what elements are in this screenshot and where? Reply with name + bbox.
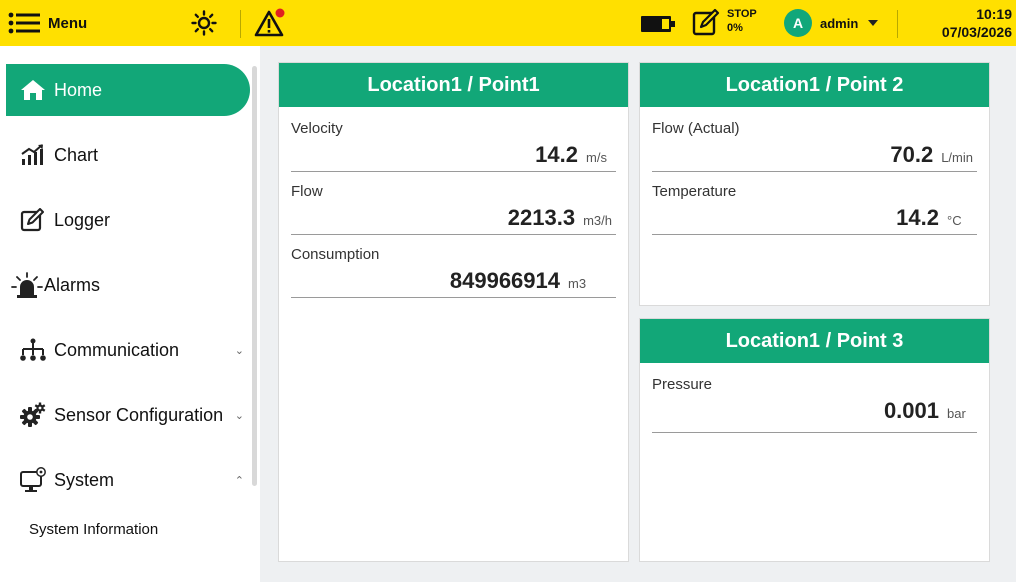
- chevron-down-icon: [868, 20, 879, 26]
- home-icon: [16, 76, 50, 104]
- gear-icon: [16, 401, 50, 429]
- divider: [897, 10, 898, 38]
- measurement-name: Flow: [291, 183, 323, 200]
- clock: 10:19 07/03/2026: [942, 5, 1012, 41]
- sidebar-item-label: Logger: [54, 209, 111, 230]
- measurement-value: 70.2: [890, 142, 934, 167]
- alarm-icon: [10, 271, 44, 299]
- sidebar-item-label: Communication: [54, 339, 180, 360]
- sidebar-item-label: Home: [54, 79, 103, 100]
- menu-label: Menu: [48, 14, 88, 32]
- sidebar-item-chart[interactable]: Chart: [6, 129, 250, 181]
- card-title: Location1 / Point 2: [640, 63, 989, 107]
- user-menu[interactable]: A admin: [784, 9, 879, 37]
- sidebar-item-logger[interactable]: Logger: [6, 194, 250, 246]
- user-name: admin: [820, 15, 859, 31]
- measurement-unit: m3: [568, 276, 587, 291]
- measurement-unit: m/s: [586, 150, 607, 165]
- measurement-unit: °C: [947, 213, 962, 228]
- recording-icon[interactable]: [691, 7, 721, 37]
- network-icon: [16, 336, 50, 364]
- measurement-row: Pressure 0.001 bar: [652, 368, 977, 433]
- top-bar: Menu STOP 0% A admin 10:19 07/03/2026: [0, 0, 1016, 46]
- sidebar-item-home[interactable]: Home: [6, 64, 250, 116]
- measurement-row: Flow (Actual) 70.2 L/min: [652, 112, 977, 172]
- measurement-name: Velocity: [291, 120, 343, 137]
- recording-percent: 0%: [727, 22, 743, 34]
- measurement-unit: bar: [947, 406, 966, 421]
- sidebar-item-communication[interactable]: Communication ⌄: [6, 324, 250, 376]
- measurement-row: Consumption 849966914 m3: [291, 238, 616, 298]
- recording-status-label: STOP: [727, 8, 757, 20]
- measurement-value: 14.2: [896, 205, 939, 230]
- chart-icon: [16, 141, 50, 169]
- warning-icon[interactable]: [254, 8, 286, 38]
- measurement-value: 849966914: [449, 268, 560, 293]
- measurement-row: Temperature 14.2 °C: [652, 175, 977, 235]
- sidebar: Home Chart Logger Alarms Communication ⌄…: [0, 46, 260, 582]
- logger-icon: [16, 206, 50, 234]
- sidebar-item-sensor-configuration[interactable]: Sensor Configuration ⌄: [6, 389, 250, 441]
- avatar: A: [784, 9, 812, 37]
- clock-date: 07/03/2026: [941, 24, 1012, 40]
- measurement-name: Consumption: [291, 246, 380, 263]
- chevron-down-icon: ⌄: [234, 344, 244, 357]
- sidebar-item-alarms[interactable]: Alarms: [6, 259, 250, 311]
- menu-icon: [8, 12, 40, 34]
- measurement-value: 0.001: [883, 398, 939, 423]
- measurement-unit: m3/h: [583, 213, 612, 228]
- chevron-down-icon: ⌄: [234, 409, 244, 422]
- sidebar-subitem-system-information[interactable]: System Information: [29, 521, 158, 538]
- measurement-name: Flow (Actual): [652, 120, 740, 137]
- measurement-row: Velocity 14.2 m/s: [291, 112, 616, 172]
- chevron-up-icon: ⌃: [234, 474, 244, 487]
- location-card: Location1 / Point 3 Pressure 0.001 bar: [639, 318, 990, 562]
- measurement-unit: L/min: [941, 150, 973, 165]
- card-title: Location1 / Point1: [279, 63, 628, 107]
- sidebar-item-system[interactable]: System ⌃: [6, 454, 250, 506]
- menu-button[interactable]: Menu: [8, 10, 87, 36]
- measurement-name: Pressure: [652, 376, 713, 393]
- measurement-value: 2213.3: [507, 205, 576, 230]
- monitor-icon: [16, 466, 50, 494]
- measurement-value: 14.2: [535, 142, 578, 167]
- sidebar-item-label: System: [54, 469, 115, 490]
- location-card: Location1 / Point 2 Flow (Actual) 70.2 L…: [639, 62, 990, 306]
- sidebar-item-label: Sensor Configuration: [54, 404, 224, 425]
- sidebar-scrollbar[interactable]: [252, 66, 257, 486]
- measurement-row: Flow 2213.3 m3/h: [291, 175, 616, 235]
- sidebar-item-label: Chart: [54, 144, 99, 165]
- clock-time: 10:19: [976, 6, 1012, 22]
- sidebar-item-label: Alarms: [44, 274, 101, 295]
- measurement-name: Temperature: [652, 183, 737, 200]
- battery-icon: [641, 16, 675, 32]
- divider: [240, 10, 241, 38]
- card-title: Location1 / Point 3: [640, 319, 989, 363]
- recording-status: STOP 0%: [727, 7, 757, 35]
- location-card: Location1 / Point1 Velocity 14.2 m/s Flo…: [278, 62, 629, 562]
- brightness-icon[interactable]: [191, 10, 217, 36]
